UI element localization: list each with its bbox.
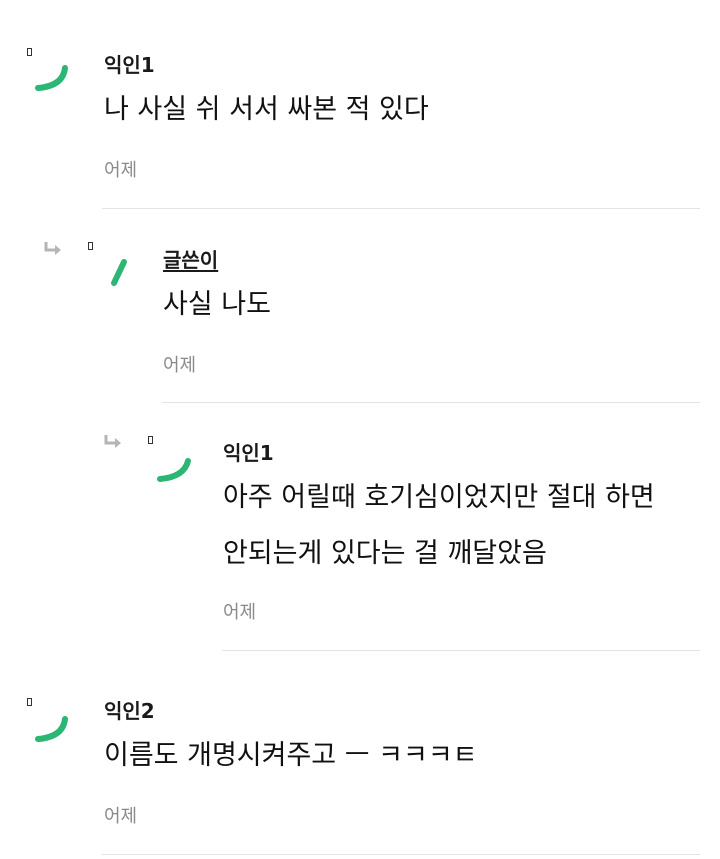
comment-divider: [222, 650, 700, 651]
report-square-icon[interactable]: [27, 48, 32, 56]
reply-arrow-icon: [42, 240, 64, 258]
comment-divider: [102, 854, 700, 855]
comment-author[interactable]: 익인1: [223, 437, 274, 466]
reply-item: 글쓴이 사실 나도 어제: [0, 210, 720, 405]
comment-author[interactable]: 글쓴이: [163, 244, 218, 273]
report-square-icon[interactable]: [27, 698, 32, 706]
comment-text-line: 이름도 개명시켜주고 ㅡ ㅋㅋㅋㅌ: [104, 740, 478, 771]
comment-time: 어제: [223, 602, 257, 623]
comment-author[interactable]: 익인1: [104, 49, 155, 78]
anonymous-avatar-icon[interactable]: [156, 447, 196, 487]
anonymous-avatar-icon[interactable]: [35, 709, 75, 749]
comment-time: 어제: [163, 355, 197, 376]
comment-text-line: 안되는게 있다는 걸 깨달았음: [223, 538, 547, 569]
anonymous-avatar-icon[interactable]: [35, 58, 75, 98]
comment-time: 어제: [104, 806, 138, 827]
comment-author[interactable]: 익인2: [104, 695, 155, 724]
comment-text-line: 사실 나도: [163, 289, 271, 320]
anonymous-avatar-icon[interactable]: [102, 255, 142, 295]
comment-text-line: 나 사실 쉬 서서 싸본 적 있다: [104, 94, 429, 125]
report-square-icon[interactable]: [148, 436, 153, 444]
comment-time: 어제: [104, 160, 138, 181]
report-square-icon[interactable]: [88, 242, 93, 250]
comment-divider: [162, 402, 700, 403]
comment-text-line: 아주 어릴때 호기심이었지만 절대 하면: [223, 482, 655, 513]
reply-arrow-icon: [102, 433, 124, 451]
reply-item: 익인1 아주 어릴때 호기심이었지만 절대 하면 안되는게 있다는 걸 깨달았음…: [0, 405, 720, 653]
comment-divider: [102, 208, 700, 209]
comment-item: 익인2 이름도 개명시켜주고 ㅡ ㅋㅋㅋㅌ 어제: [0, 653, 720, 859]
comment-item: 익인1 나 사실 쉬 서서 싸본 적 있다 어제: [0, 0, 720, 210]
